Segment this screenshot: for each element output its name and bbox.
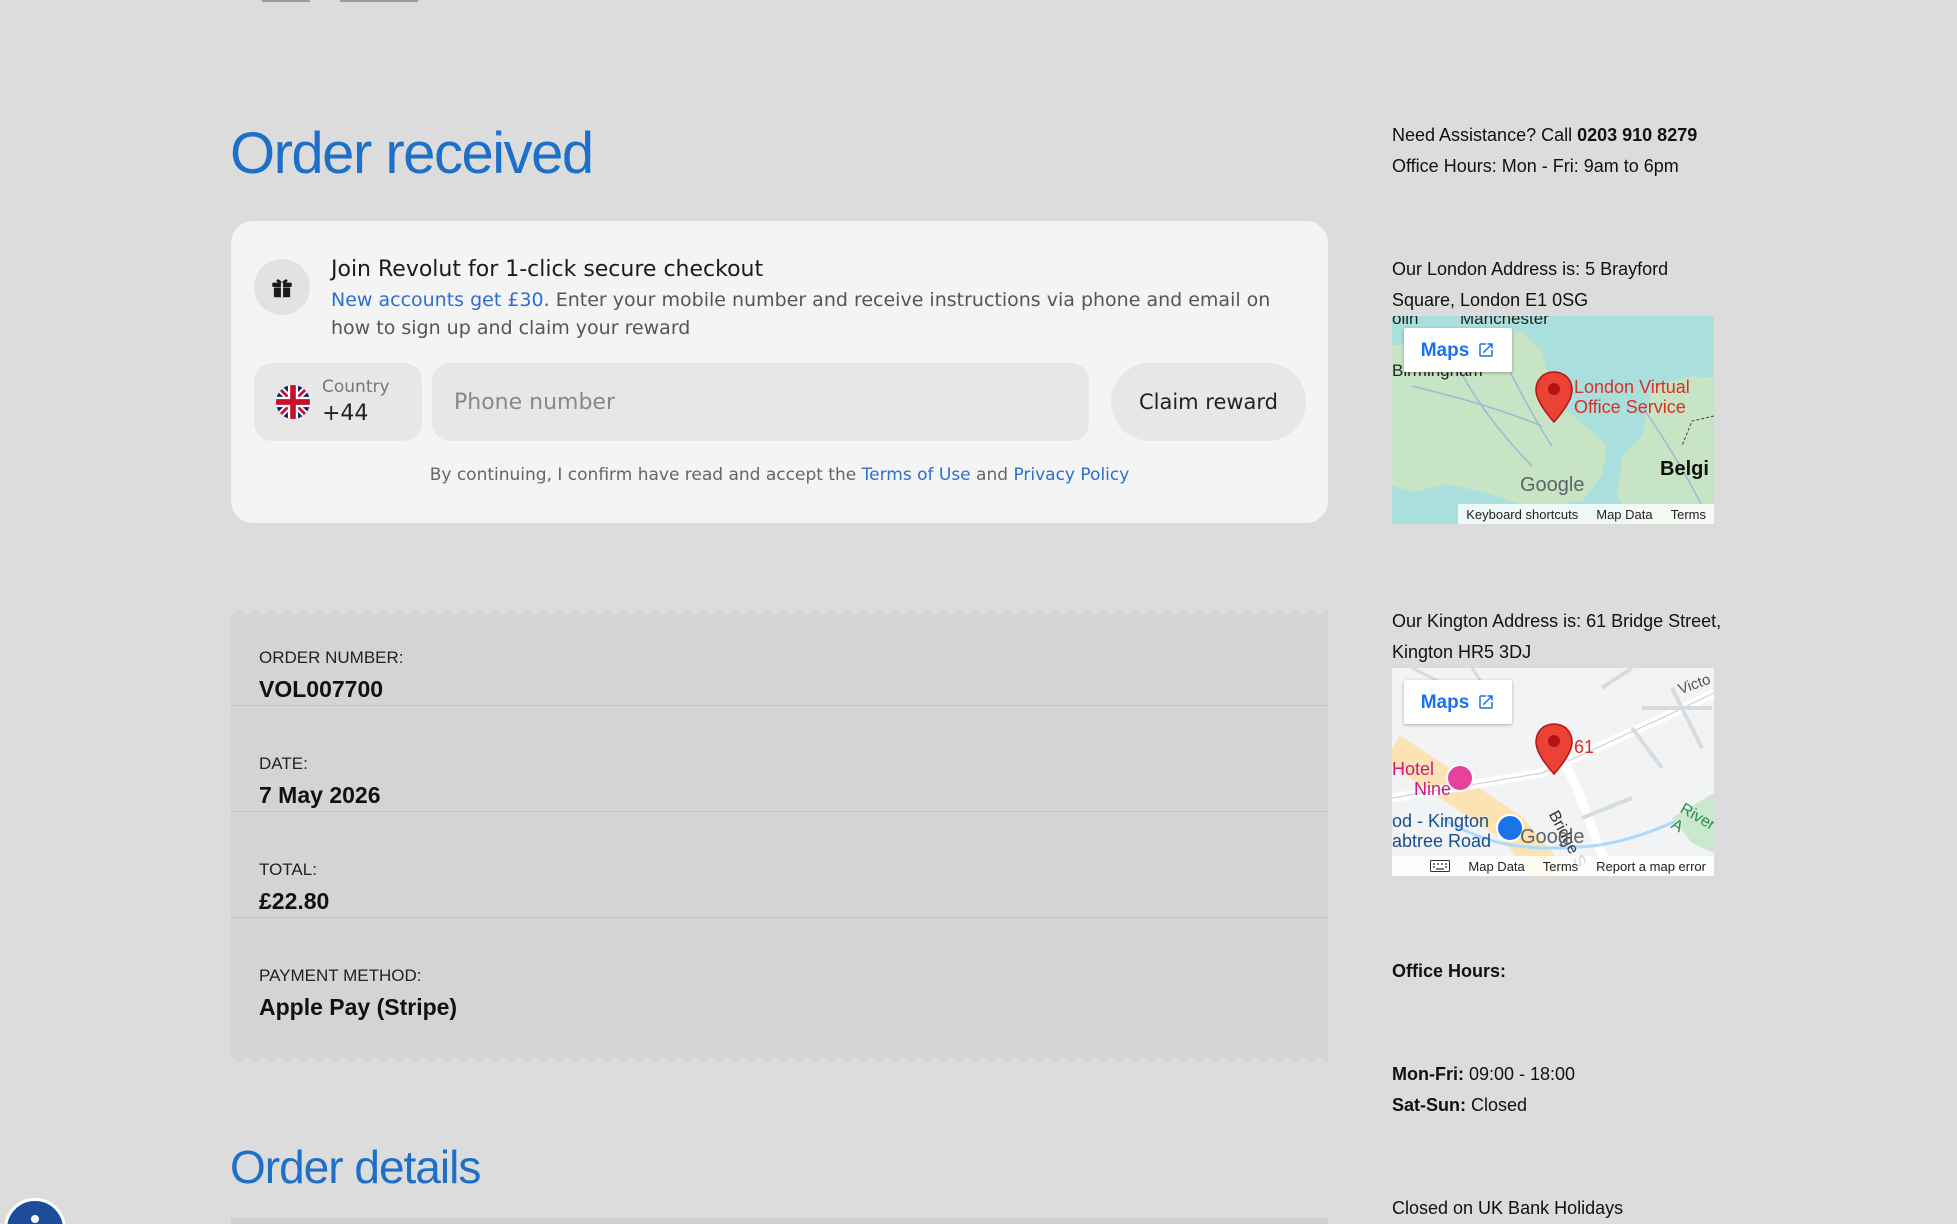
- external-link-icon: [1479, 343, 1494, 357]
- phone-number-input[interactable]: [432, 363, 1089, 441]
- payment-method-row: PAYMENT METHOD: Apple Pay (Stripe): [231, 918, 1328, 1024]
- maps-button-label: Maps: [1420, 339, 1470, 361]
- new-accounts-link[interactable]: New accounts get £30: [331, 289, 544, 311]
- consent-prefix: By continuing, I confirm have read and a…: [429, 465, 857, 485]
- map-label-olin: olin: [1392, 316, 1419, 328]
- kington-map[interactable]: Hotel Nine od - Kington abtree Road Brid…: [1392, 668, 1714, 876]
- promo-description: New accounts get £30. Enter your mobile …: [331, 286, 1311, 342]
- uk-flag-icon: [276, 385, 310, 419]
- revolut-promo-card: Join Revolut for 1-click secure checkout…: [231, 221, 1328, 523]
- bank-holidays-note: Closed on UK Bank Holidays: [1392, 1198, 1624, 1218]
- map-place-label-line2: Office Service: [1574, 397, 1686, 417]
- map-footer: Map Data Terms Report a map error: [1392, 856, 1714, 876]
- gift-icon: [254, 259, 310, 315]
- order-summary-receipt: ORDER NUMBER: VOL007700 DATE: 7 May 2026…: [231, 600, 1328, 1072]
- map-label-street-line1: od - Kington: [1392, 811, 1490, 831]
- weekend-hours: Sat-Sun: Closed: [1392, 1090, 1732, 1121]
- map-label-manchester: Manchester: [1460, 316, 1549, 328]
- open-in-maps-button[interactable]: Maps: [1404, 328, 1512, 372]
- consent-and: and: [976, 465, 1009, 485]
- location-pin-icon[interactable]: [1534, 722, 1574, 776]
- order-number-label: ORDER NUMBER:: [259, 648, 404, 667]
- london-address: Our London Address is: 5 Brayford Square…: [1392, 259, 1669, 310]
- date-value: 7 May 2026: [259, 782, 381, 808]
- keyboard-shortcuts-link[interactable]: Keyboard shortcuts: [1466, 499, 1578, 525]
- weekday-hours: Mon-Fri: 09:00 - 18:00: [1392, 1059, 1732, 1090]
- mon-fri-label: Mon-Fri:: [1392, 1064, 1464, 1084]
- sat-sun-value: Closed: [1466, 1095, 1528, 1115]
- location-pin-icon[interactable]: [1534, 370, 1574, 424]
- map-label-hotel-line1: Hotel: [1392, 759, 1435, 779]
- keyboard-icon[interactable]: [1430, 860, 1451, 872]
- sat-sun-label: Sat-Sun:: [1392, 1095, 1466, 1115]
- open-in-maps-button[interactable]: Maps: [1404, 680, 1512, 724]
- london-map[interactable]: olin Manchester Birmingham Belgi London …: [1392, 316, 1714, 524]
- terms-link[interactable]: Terms: [1671, 499, 1706, 525]
- google-logo: Google: [1520, 826, 1585, 848]
- total-value: £22.80: [259, 888, 330, 914]
- country-code: +44: [322, 401, 369, 426]
- mon-fri-value: 09:00 - 18:00: [1463, 1064, 1576, 1084]
- privacy-policy-link[interactable]: Privacy Policy: [1013, 465, 1129, 485]
- office-hours-line: Office Hours: Mon - Fri: 9am to 6pm: [1392, 156, 1679, 176]
- map-place-label: 61: [1574, 737, 1595, 757]
- terms-of-use-link[interactable]: Terms of Use: [862, 465, 971, 485]
- assistance-phone[interactable]: 0203 910 8279: [1577, 125, 1697, 145]
- hotel-icon[interactable]: [1446, 764, 1474, 792]
- order-number-row: ORDER NUMBER: VOL007700: [231, 600, 1328, 706]
- order-number-value: VOL007700: [259, 676, 384, 702]
- order-details-title: Order details: [230, 1141, 481, 1193]
- accessibility-button[interactable]: [4, 1198, 66, 1224]
- receipt-edge-bottom: [231, 1056, 1328, 1072]
- top-tab-indicator[interactable]: [262, 0, 310, 2]
- terms-link[interactable]: Terms: [1543, 851, 1578, 877]
- map-footer: Keyboard shortcuts Map Data Terms: [1458, 504, 1714, 524]
- kington-address: Our Kington Address is: 61 Bridge Street…: [1392, 611, 1722, 662]
- country-selector[interactable]: Country +44: [254, 363, 422, 441]
- total-label: TOTAL:: [259, 860, 317, 879]
- promo-title: Join Revolut for 1-click secure checkout: [331, 257, 764, 282]
- page-title: Order received: [230, 121, 594, 186]
- report-map-error-link[interactable]: Report a map error: [1596, 851, 1706, 877]
- office-hours-title: Office Hours:: [1392, 961, 1507, 981]
- map-place-label-line1: London Virtual: [1574, 377, 1690, 397]
- map-label-hotel-line2: Nine: [1414, 779, 1452, 799]
- country-label: Country: [322, 377, 390, 397]
- date-label: DATE:: [259, 754, 308, 773]
- maps-button-label: Maps: [1420, 691, 1470, 713]
- order-details-divider: [231, 1218, 1328, 1224]
- assistance-block: Need Assistance? Call 0203 910 8279 Offi…: [1392, 120, 1732, 182]
- payment-method-value: Apple Pay (Stripe): [259, 994, 458, 1020]
- map-data-link[interactable]: Map Data: [1468, 851, 1524, 877]
- map-label-belgium: Belgi: [1660, 458, 1709, 480]
- assistance-prefix: Need Assistance? Call: [1392, 125, 1578, 145]
- accessibility-icon: [31, 1215, 39, 1223]
- external-link-icon: [1479, 695, 1494, 709]
- consent-text: By continuing, I confirm have read and a…: [231, 465, 1328, 485]
- map-data-link[interactable]: Map Data: [1596, 499, 1652, 525]
- google-logo: Google: [1520, 474, 1585, 496]
- date-row: DATE: 7 May 2026: [231, 706, 1328, 812]
- top-tab-indicator[interactable]: [340, 0, 418, 2]
- claim-reward-button[interactable]: Claim reward: [1111, 363, 1306, 441]
- total-row: TOTAL: £22.80: [231, 812, 1328, 918]
- map-label-street-line2: abtree Road: [1392, 831, 1492, 851]
- payment-method-label: PAYMENT METHOD:: [259, 966, 422, 985]
